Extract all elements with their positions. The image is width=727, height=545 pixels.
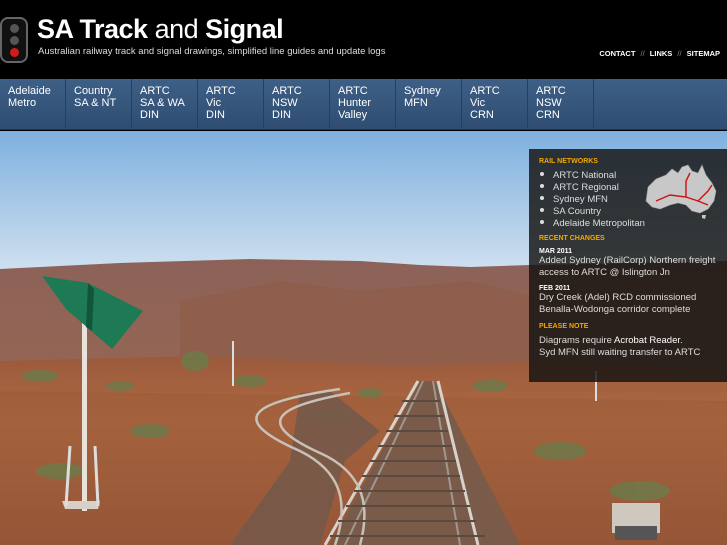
site-header: SA Track and Signal Australian railway t… xyxy=(0,0,727,79)
network-label: SA Country xyxy=(553,206,602,217)
please-note-text: Diagrams require Acrobat Reader. Syd MFN… xyxy=(539,335,724,359)
bullet-icon xyxy=(540,208,544,212)
signal-lamp-red xyxy=(10,48,19,57)
top-links: CONTACT // LINKS // SITEMAP xyxy=(599,49,720,58)
link-separator: // xyxy=(677,49,682,58)
site-title-track: SA Track xyxy=(37,14,148,44)
site-tagline: Australian railway track and signal draw… xyxy=(38,46,386,57)
bullet-icon xyxy=(540,220,544,224)
site-title-signal: Signal xyxy=(205,14,284,44)
change-date: MAR 2011 xyxy=(539,248,573,255)
change-date: FEB 2011 xyxy=(539,285,571,292)
site-title-and: and xyxy=(147,14,206,44)
signal-lamp-middle xyxy=(10,36,19,45)
nav-artc-nsw-din[interactable]: ARTC NSW DIN xyxy=(264,79,330,130)
acrobat-reader-link[interactable]: Acrobat Reader xyxy=(614,335,680,346)
signal-lamp-top xyxy=(10,24,19,33)
bullet-icon xyxy=(540,172,544,176)
contact-link[interactable]: CONTACT xyxy=(599,49,635,58)
note-prefix: Diagrams require xyxy=(539,335,614,346)
network-label: ARTC National xyxy=(553,170,617,181)
links-link[interactable]: LINKS xyxy=(650,49,673,58)
nav-artc-hunter-valley[interactable]: ARTC Hunter Valley xyxy=(330,79,396,130)
info-panel: RAIL NETWORKS ARTC National ARTC Regiona… xyxy=(529,149,727,382)
nav-adelaide-metro[interactable]: Adelaide Metro xyxy=(0,79,66,130)
nav-artc-vic-din[interactable]: ARTC Vic DIN xyxy=(198,79,264,130)
nav-artc-sa-wa-din[interactable]: ARTC SA & WA DIN xyxy=(132,79,198,130)
link-separator: // xyxy=(640,49,645,58)
main-nav: Adelaide Metro Country SA & NT ARTC SA &… xyxy=(0,79,727,130)
traffic-signal-icon[interactable] xyxy=(0,17,28,63)
change-text: Dry Creek (Adel) RCD commissioned Benall… xyxy=(539,292,697,315)
network-adelaide-metropolitan[interactable]: Adelaide Metropolitan xyxy=(539,218,727,230)
nav-artc-vic-crn[interactable]: ARTC Vic CRN xyxy=(462,79,528,130)
change-text: Added Sydney (RailCorp) Northern freight… xyxy=(539,255,716,278)
recent-changes-heading: RECENT CHANGES xyxy=(539,235,605,242)
sitemap-link[interactable]: SITEMAP xyxy=(687,49,720,58)
australia-map-icon[interactable] xyxy=(642,161,720,219)
bullet-icon xyxy=(540,196,544,200)
nav-sydney-mfn[interactable]: Sydney MFN xyxy=(396,79,462,130)
network-label: ARTC Regional xyxy=(553,182,619,193)
nav-country-sa-nt[interactable]: Country SA & NT xyxy=(66,79,132,130)
network-label: Sydney MFN xyxy=(553,194,608,205)
please-note-heading: PLEASE NOTE xyxy=(539,323,589,330)
site-title[interactable]: SA Track and Signal xyxy=(37,14,284,45)
nav-artc-nsw-crn[interactable]: ARTC NSW CRN xyxy=(528,79,594,130)
bullet-icon xyxy=(540,184,544,188)
network-label: Adelaide Metropolitan xyxy=(553,218,645,229)
